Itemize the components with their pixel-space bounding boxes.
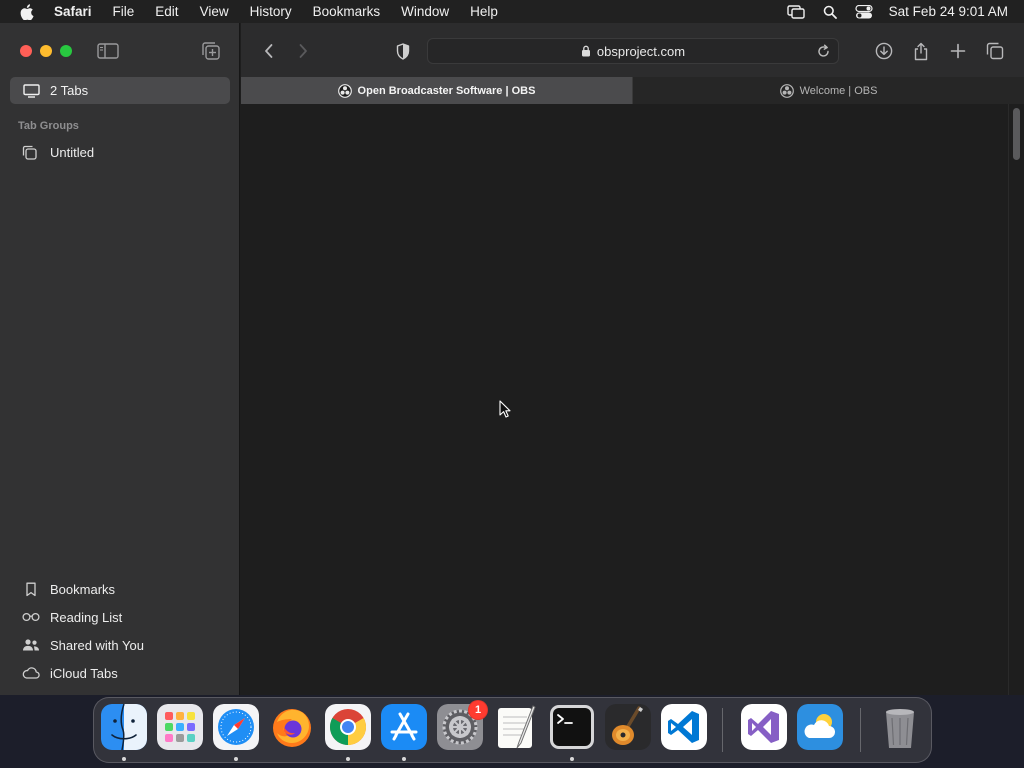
menu-window[interactable]: Window — [391, 0, 460, 23]
new-tab-group-icon[interactable] — [199, 40, 223, 62]
address-bar[interactable]: obsproject.com — [427, 38, 839, 64]
display-icon — [23, 83, 41, 99]
bookmark-icon — [22, 582, 40, 597]
tab-title: Welcome | OBS — [799, 84, 878, 97]
safari-running-indicator — [234, 757, 238, 761]
chrome-running-indicator — [346, 757, 350, 761]
tab-overview-icon[interactable] — [983, 39, 1007, 63]
dock-safari-icon[interactable] — [213, 704, 259, 750]
dock-separator — [722, 708, 723, 752]
sidebar: 2 Tabs Tab Groups Untitled Bookmarks Rea… — [0, 23, 240, 695]
dock-chrome-icon[interactable] — [325, 704, 371, 750]
tab-welcome-obs[interactable]: Welcome | OBS — [632, 77, 1024, 104]
address-url-text: obsproject.com — [596, 43, 686, 59]
browser-toolbar: obsproject.com — [241, 23, 1024, 77]
menu-file[interactable]: File — [102, 0, 145, 23]
shared-people-icon — [22, 638, 40, 652]
obs-favicon-icon — [779, 83, 794, 98]
reading-list-label: Reading List — [50, 609, 123, 625]
zoom-window-button[interactable] — [60, 45, 72, 57]
tab-group-icon — [22, 145, 40, 160]
sidebar-item-shared-with-you[interactable]: Shared with You — [22, 631, 144, 659]
apple-menu-icon[interactable] — [18, 0, 36, 23]
downloads-icon[interactable] — [872, 39, 896, 63]
menu-edit[interactable]: Edit — [145, 0, 189, 23]
dock-textedit-icon[interactable] — [493, 704, 539, 750]
sidebar-item-untitled-group[interactable]: Untitled — [22, 142, 94, 162]
vertical-scrollbar[interactable] — [1008, 104, 1024, 695]
dock-firefox-icon[interactable] — [269, 704, 315, 750]
sidebar-tabs-label: 2 Tabs — [50, 83, 89, 98]
app-store-running-indicator — [402, 757, 406, 761]
dock-launchpad-icon[interactable] — [157, 704, 203, 750]
dock-vscode-icon[interactable] — [661, 704, 707, 750]
obs-favicon-icon — [337, 83, 352, 98]
close-window-button[interactable] — [20, 45, 32, 57]
sidebar-item-icloud-tabs[interactable]: iCloud Tabs — [22, 659, 144, 687]
icloud-tabs-label: iCloud Tabs — [50, 665, 118, 681]
dock-visual-studio-icon[interactable] — [741, 704, 787, 750]
dock-garageband-icon[interactable] — [605, 704, 651, 750]
dock-trash-icon[interactable] — [877, 704, 923, 750]
sidebar-toggle-icon[interactable] — [96, 41, 120, 61]
web-content-area[interactable] — [241, 104, 1024, 695]
dock-app-store-icon[interactable] — [381, 704, 427, 750]
tab-open-broadcaster-software[interactable]: Open Broadcaster Software | OBS — [241, 77, 632, 104]
lock-icon — [581, 45, 591, 57]
tab-bar: Open Broadcaster Software | OBS Welcome … — [241, 77, 1024, 104]
menu-bar: Safari File Edit View History Bookmarks … — [0, 0, 1024, 23]
dock-terminal-icon[interactable] — [549, 704, 595, 750]
tab-title: Open Broadcaster Software | OBS — [357, 84, 536, 97]
terminal-running-indicator — [570, 757, 574, 761]
dock-separator — [860, 708, 861, 752]
menu-bookmarks[interactable]: Bookmarks — [302, 0, 391, 23]
privacy-shield-icon[interactable] — [391, 39, 415, 63]
menu-clock[interactable]: Sat Feb 24 9:01 AM — [889, 4, 1008, 19]
forward-button[interactable] — [291, 39, 315, 63]
reading-glasses-icon — [22, 612, 40, 622]
back-button[interactable] — [257, 39, 281, 63]
dock-finder-icon[interactable] — [101, 704, 147, 750]
new-tab-plus-icon[interactable] — [946, 39, 970, 63]
dock-weather-icon[interactable] — [797, 704, 843, 750]
sidebar-item-reading-list[interactable]: Reading List — [22, 603, 144, 631]
shared-with-you-label: Shared with You — [50, 637, 144, 653]
minimize-window-button[interactable] — [40, 45, 52, 57]
sidebar-item-tabs[interactable]: 2 Tabs — [10, 77, 230, 104]
finder-running-indicator — [122, 757, 126, 761]
spotlight-search-icon[interactable] — [813, 0, 847, 23]
menu-help[interactable]: Help — [460, 0, 509, 23]
reload-icon[interactable] — [814, 42, 832, 60]
settings-notification-badge: 1 — [468, 700, 488, 720]
cloud-icon — [22, 667, 40, 679]
tab-groups-heading: Tab Groups — [18, 120, 79, 132]
dock: 1 — [93, 697, 932, 763]
menu-history[interactable]: History — [239, 0, 302, 23]
scrollbar-thumb[interactable] — [1013, 108, 1020, 160]
sidebar-bottom-list: Bookmarks Reading List Shared with You i… — [22, 575, 144, 687]
sidebar-group-label: Untitled — [50, 144, 95, 160]
bookmarks-label: Bookmarks — [50, 581, 116, 597]
control-center-icon[interactable] — [847, 0, 881, 23]
menu-view[interactable]: View — [189, 0, 239, 23]
safari-window: 2 Tabs Tab Groups Untitled Bookmarks Rea… — [0, 23, 1024, 695]
screen-mirroring-icon[interactable] — [779, 0, 813, 23]
menu-app-name[interactable]: Safari — [48, 0, 102, 23]
sidebar-item-bookmarks[interactable]: Bookmarks — [22, 575, 144, 603]
share-icon[interactable] — [909, 39, 933, 63]
mouse-pointer-icon — [499, 400, 511, 423]
